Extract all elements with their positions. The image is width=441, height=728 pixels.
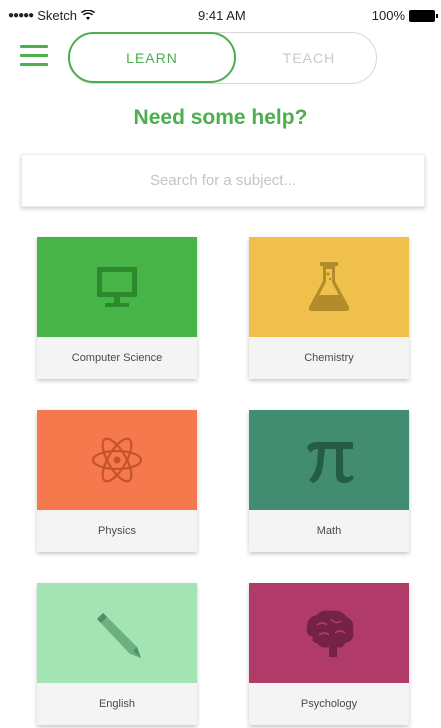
monitor-icon [97, 267, 137, 307]
card-header [249, 583, 409, 683]
subject-card-computer-science[interactable]: Computer Science [37, 237, 197, 379]
tab-learn[interactable]: LEARN [68, 32, 236, 83]
card-header [37, 237, 197, 337]
battery-indicator: 100% [371, 8, 438, 23]
pencil-icon [97, 613, 141, 658]
card-header [37, 410, 197, 510]
learn-teach-toggle: LEARN TEACH [68, 32, 377, 84]
subject-card-english[interactable]: English [37, 583, 197, 725]
subject-label: Physics [98, 525, 136, 537]
carrier-indicator: ●●●●● Sketch [8, 8, 95, 23]
search-box [21, 154, 425, 207]
subject-card-chemistry[interactable]: Chemistry [249, 237, 409, 379]
search-input[interactable] [22, 155, 424, 206]
subject-card-psychology[interactable]: Psychology [249, 583, 409, 725]
card-header [249, 237, 409, 337]
flask-icon [308, 262, 350, 311]
pi-icon [307, 442, 354, 483]
wifi-icon [80, 10, 95, 20]
brain-icon [306, 610, 354, 657]
carrier-name: Sketch [37, 8, 77, 23]
subject-label: Chemistry [304, 352, 354, 364]
subject-label: English [98, 698, 136, 710]
subject-label: Psychology [300, 698, 358, 710]
battery-icon [409, 9, 438, 22]
status-bar: ●●●●● Sketch 9:41 AM 100% [0, 0, 441, 30]
tab-teach[interactable]: TEACH [244, 33, 374, 82]
atom-icon [91, 437, 143, 483]
card-header [37, 583, 197, 683]
subject-card-math[interactable]: Math [249, 410, 409, 552]
page-title: Need some help? [133, 106, 308, 129]
subject-card-physics[interactable]: Physics [37, 410, 197, 552]
card-header [249, 410, 409, 510]
hamburger-menu-icon[interactable] [20, 45, 48, 67]
subject-label: Computer Science [71, 352, 163, 364]
status-time: 9:41 AM [198, 8, 246, 23]
subject-label: Math [316, 525, 342, 537]
battery-percent: 100% [371, 8, 405, 23]
signal-icon: ●●●●● [8, 10, 34, 21]
